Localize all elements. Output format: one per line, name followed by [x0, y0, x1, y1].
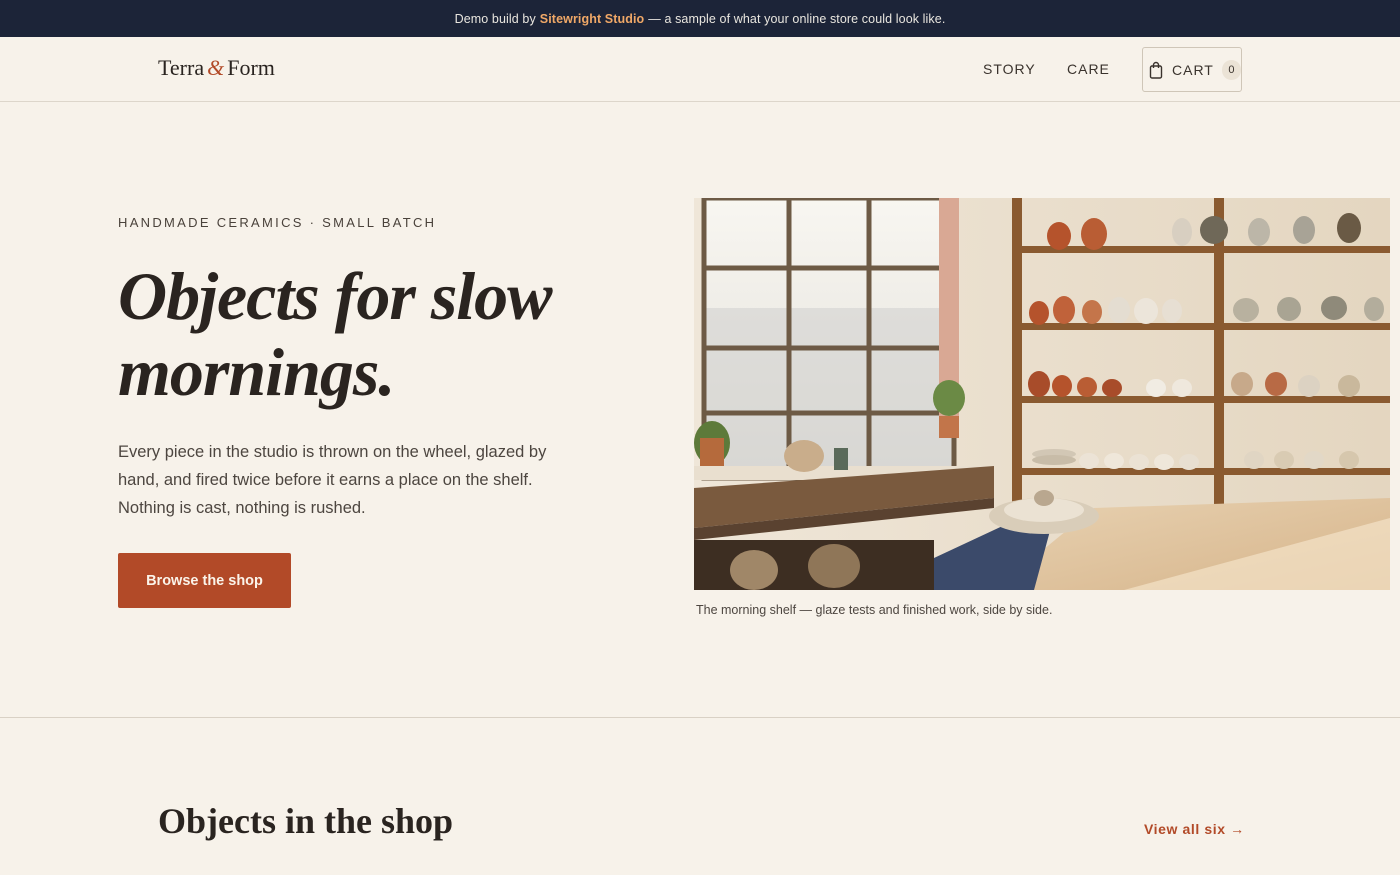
nav-care-link[interactable]: CARE — [1067, 61, 1110, 77]
section-divider — [0, 717, 1400, 718]
hero-description: Every piece in the studio is thrown on t… — [118, 443, 547, 517]
logo-word-form: Form — [227, 55, 275, 80]
hero-eyebrow: HANDMADE CERAMICS · SMALL BATCH — [118, 215, 437, 230]
site-logo[interactable]: Terra & Form — [158, 55, 275, 81]
site-header: Terra & Form STORY CARE CART 0 — [0, 37, 1400, 102]
cart-label: CART — [1172, 61, 1214, 78]
announcement-bar: Demo build by Sitewright Studio — a samp… — [0, 0, 1400, 37]
shop-section-title: Objects in the shop — [158, 801, 454, 841]
view-all-link[interactable]: View all six → — [1144, 821, 1245, 837]
nav-story-link[interactable]: STORY — [983, 61, 1036, 77]
cart-button[interactable]: CART 0 — [1142, 47, 1242, 92]
cart-count-badge: 0 — [1221, 59, 1241, 80]
logo-word-terra: Terra — [158, 55, 205, 80]
hero-image-caption: The morning shelf — glaze tests and fini… — [696, 603, 1053, 617]
announcement-suffix: — a sample of what your online store cou… — [648, 11, 946, 26]
announcement-prefix: Demo build by — [454, 11, 536, 26]
logo-ampersand: & — [207, 55, 225, 80]
shopping-bag-icon — [1149, 61, 1163, 79]
hero-image-studio-shelf — [694, 198, 1390, 590]
hero-title: Objects for slow mornings. — [118, 258, 553, 410]
browse-shop-button[interactable]: Browse the shop — [118, 553, 291, 608]
announcement-brand-link[interactable]: Sitewright Studio — [540, 12, 644, 26]
